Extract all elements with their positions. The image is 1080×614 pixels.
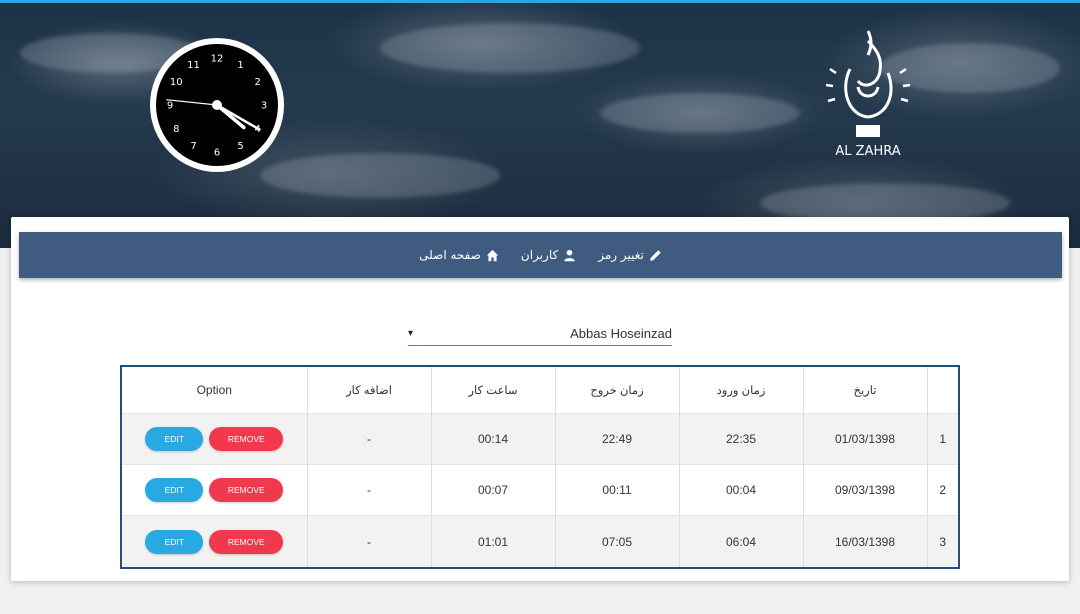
edit-button[interactable]: EDIT	[145, 426, 204, 451]
chevron-down-icon: ▾	[408, 328, 414, 339]
cell-exit-time: 00:11	[555, 464, 680, 516]
row-actions: EDIT REMOVE	[122, 464, 308, 516]
clock-number: 10	[170, 77, 183, 88]
pencil-icon	[650, 249, 661, 261]
header-row-number	[927, 367, 958, 413]
nav-users-link[interactable]: کاربران	[521, 248, 576, 262]
clock-number: 11	[187, 60, 200, 71]
cell-exit-time: 07:05	[555, 515, 680, 567]
header-banner: 121234567891011 AL ZAHRA	[0, 3, 1080, 248]
attendance-table: Option اضافه کار ساعت کار زمان خروج زمان…	[122, 367, 958, 567]
cell-entry-time: 06:04	[679, 515, 804, 567]
cell-overtime: -	[307, 413, 432, 465]
svg-text:AL ZAHRA: AL ZAHRA	[835, 144, 900, 159]
nav-password-link[interactable]: تغییر رمز	[598, 248, 662, 262]
clock-number: 2	[255, 77, 261, 88]
edit-button[interactable]: EDIT	[145, 529, 204, 554]
al-zahra-logo: AL ZAHRA	[825, 30, 911, 159]
cell-row-number: 1	[939, 431, 947, 446]
cell-overtime: -	[307, 515, 432, 567]
navigation-bar: صفحه اصلی کاربران تغییر رمز	[19, 232, 1062, 278]
table-row: EDIT REMOVE - 00:07 00:11 00:04 09/03/139…	[122, 464, 958, 516]
user-icon	[564, 249, 575, 261]
clock-number: 6	[214, 148, 220, 159]
header-entry-time: زمان ورود	[679, 367, 804, 413]
header-overtime: اضافه کار	[307, 367, 432, 413]
clock-number: 3	[261, 101, 267, 112]
cell-row-number: 2	[939, 482, 947, 497]
analog-clock: 121234567891011	[150, 38, 284, 172]
cell-work-hours: 01:01	[431, 515, 556, 567]
cell-work-hours: 00:07	[431, 464, 556, 516]
cell-overtime: -	[307, 464, 432, 516]
user-dropdown[interactable]: ▾ Abbas Hoseinzad	[408, 320, 672, 346]
cell-date: 16/03/1398	[803, 515, 928, 567]
clock-number: 12	[211, 54, 224, 65]
table-row: EDIT REMOVE - 01:01 07:05 06:04 16/03/139…	[122, 515, 958, 567]
nav-home-label: صفحه اصلی	[419, 248, 481, 262]
selected-user-name: Abbas Hoseinzad	[570, 326, 672, 341]
main-panel: صفحه اصلی کاربران تغییر رمز ▾ Abbas Hose…	[11, 217, 1069, 581]
cell-date: 09/03/1398	[803, 464, 928, 516]
home-icon	[486, 249, 499, 261]
clock-number: 1	[237, 60, 243, 71]
clock-number: 7	[190, 141, 196, 152]
header-date: تاریخ	[803, 367, 928, 413]
foam-decoration	[260, 153, 500, 198]
remove-button[interactable]: REMOVE	[209, 529, 284, 554]
header-option: Option	[122, 367, 308, 413]
remove-button[interactable]: REMOVE	[209, 426, 284, 451]
clock-number: 8	[173, 124, 179, 135]
row-actions: EDIT REMOVE	[122, 515, 308, 567]
cell-work-hours: 00:14	[431, 413, 556, 465]
nav-home-link[interactable]: صفحه اصلی	[419, 248, 499, 262]
cell-row-number: 3	[939, 534, 947, 549]
cell-entry-time: 22:35	[679, 413, 804, 465]
attendance-table-container: Option اضافه کار ساعت کار زمان خروج زمان…	[120, 365, 960, 569]
clock-number: 5	[237, 141, 243, 152]
cell-exit-time: 22:49	[555, 413, 680, 465]
nav-users-label: کاربران	[520, 248, 559, 262]
row-actions: EDIT REMOVE	[122, 413, 308, 465]
nav-password-label: تغییر رمز	[598, 248, 644, 262]
remove-button[interactable]: REMOVE	[209, 477, 284, 502]
edit-button[interactable]: EDIT	[145, 477, 204, 502]
cell-date: 01/03/1398	[803, 413, 928, 465]
foam-decoration	[380, 23, 640, 73]
foam-decoration	[600, 93, 800, 133]
table-row: EDIT REMOVE - 00:14 22:49 22:35 01/03/139…	[122, 413, 958, 465]
header-work-hours: ساعت کار	[431, 367, 556, 413]
table-header-row: Option اضافه کار ساعت کار زمان خروج زمان…	[122, 367, 958, 413]
header-exit-time: زمان خروج	[555, 367, 680, 413]
clock-number: 9	[167, 101, 173, 112]
cell-entry-time: 00:04	[679, 464, 804, 516]
